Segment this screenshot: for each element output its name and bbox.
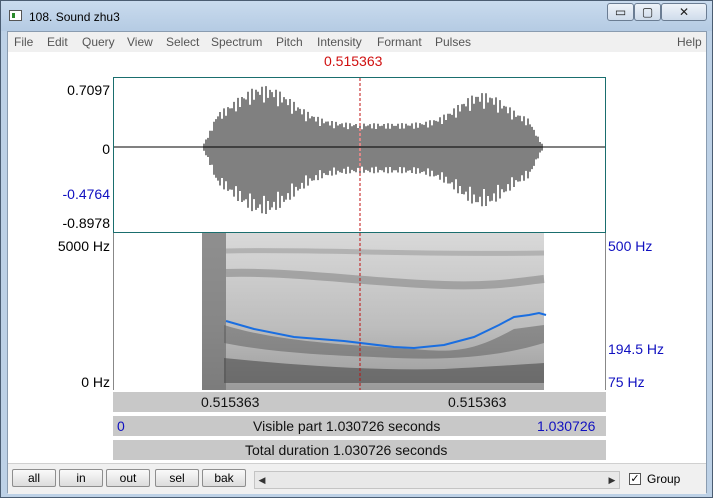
menu-select[interactable]: Select [166,35,199,49]
horizontal-scrollbar[interactable]: ◀ ▶ [254,471,620,489]
waveform-plot [114,78,605,232]
close-button[interactable]: ✕ [661,3,707,21]
menu-query[interactable]: Query [82,35,115,49]
menu-intensity[interactable]: Intensity [317,35,362,49]
scroll-right-arrow-icon[interactable]: ▶ [605,472,619,488]
wave-y-cursor-label: -0.4764 [62,186,110,202]
maximize-button[interactable]: ▢ [634,3,661,21]
praat-app-icon [9,10,22,21]
spectrogram-freq-top-label: 5000 Hz [57,238,110,254]
visible-part-text: Visible part 1.030726 seconds [253,418,441,434]
menu-formant[interactable]: Formant [377,35,422,49]
menu-file[interactable]: File [14,35,33,49]
group-label: Group [647,472,681,486]
visible-end-time: 1.030726 [537,418,596,434]
zoom-all-button[interactable]: all [12,469,56,487]
pitch-value-label: 194.5 Hz [608,341,665,357]
right-segment-duration[interactable]: 0.515363 [448,394,506,410]
menu-spectrum[interactable]: Spectrum [211,35,262,49]
sound-display-area[interactable]: 0.515363 0.7097 0 -0.4764 -0.8978 5000 H… [8,52,706,492]
zoom-out-button[interactable]: out [106,469,150,487]
zoom-back-button[interactable]: bak [202,469,246,487]
pitch-top-label: 500 Hz [608,238,653,254]
menu-pulses[interactable]: Pulses [435,35,471,49]
zoom-in-button[interactable]: in [59,469,103,487]
spectrogram-panel[interactable] [113,233,606,390]
total-duration-text: Total duration 1.030726 seconds [245,442,448,458]
total-duration-bar[interactable]: Total duration 1.030726 seconds [113,439,606,460]
visible-part-bar[interactable]: 0 Visible part 1.030726 seconds 1.030726 [113,415,606,436]
segment-time-bar[interactable]: 0.515363 0.515363 [113,391,606,412]
zoom-selection-button[interactable]: sel [155,469,199,487]
menu-view[interactable]: View [127,35,153,49]
spectrogram-plot [202,233,547,390]
minimize-button[interactable]: ▭ [607,3,634,21]
title-bar: 108. Sound zhu3 ▭ ▢ ✕ [1,1,712,31]
group-checkbox[interactable]: ✓ [629,473,641,485]
menu-bar: File Edit Query View Select Spectrum Pit… [8,32,706,52]
cursor-time-readout: 0.515363 [324,53,383,69]
menu-pitch[interactable]: Pitch [276,35,303,49]
menu-edit[interactable]: Edit [47,35,68,49]
scroll-left-arrow-icon[interactable]: ◀ [255,472,269,488]
wave-y-min-label: -0.8978 [62,215,110,231]
window-title: 108. Sound zhu3 [29,10,120,24]
bottom-control-bar: all in out sel bak ◀ ▶ ✓ Group [8,463,706,494]
praat-sound-window: 108. Sound zhu3 ▭ ▢ ✕ File Edit Query Vi… [0,0,713,498]
menu-help[interactable]: Help [677,35,702,49]
pitch-bottom-label: 75 Hz [608,374,645,390]
visible-start-time: 0 [117,418,125,434]
wave-y-max-label: 0.7097 [67,82,110,98]
waveform-panel[interactable] [113,77,606,233]
editor-client-area: File Edit Query View Select Spectrum Pit… [7,31,707,494]
spectrogram-freq-bottom-label: 0 Hz [81,374,110,390]
left-segment-duration[interactable]: 0.515363 [201,394,259,410]
wave-y-zero-label: 0 [102,141,110,157]
